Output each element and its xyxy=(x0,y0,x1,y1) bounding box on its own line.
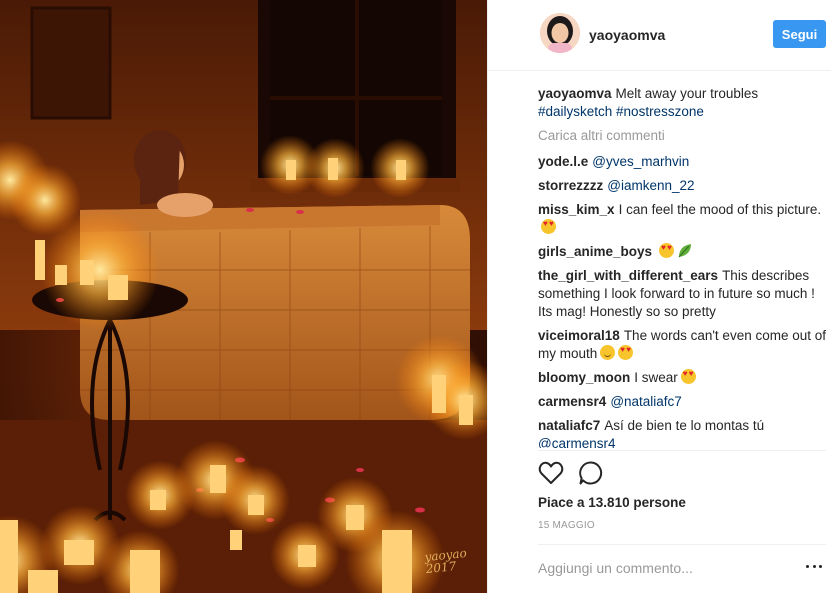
post-sidebar: yaoyaomva Segui yaoyaomva Melt away your … xyxy=(487,0,831,593)
caption-text: Melt away your troubles xyxy=(615,86,759,101)
comment-user[interactable]: viceimoral18 xyxy=(538,328,620,343)
list-item: storrezzzz @iamkenn_22 xyxy=(538,177,826,195)
comment-user[interactable]: miss_kim_x xyxy=(538,202,615,217)
list-item: bloomy_moon I swear xyxy=(538,369,826,387)
avatar[interactable] xyxy=(540,13,580,53)
more-dots-icon[interactable] xyxy=(806,561,822,571)
leaf-emoji-icon xyxy=(677,243,693,258)
comments-list: yaoyaomva Melt away your troubles #dailys… xyxy=(538,85,826,448)
comment-user[interactable]: bloomy_moon xyxy=(538,370,630,385)
load-more-comments[interactable]: Carica altri commenti xyxy=(538,127,826,145)
heart-eyes-emoji-icon xyxy=(680,369,696,384)
comment-text[interactable]: @yves_marhvin xyxy=(592,154,689,169)
smile-emoji-icon xyxy=(600,345,616,360)
add-comment-input[interactable] xyxy=(538,556,788,580)
comment-user[interactable]: nataliafc7 xyxy=(538,418,600,433)
list-item: the_girl_with_different_ears This describ… xyxy=(538,267,826,321)
comment-mention[interactable]: @carmensr4 xyxy=(538,436,615,448)
post-date: 15 MAGGIO xyxy=(538,520,595,531)
comment-user[interactable]: the_girl_with_different_ears xyxy=(538,268,718,283)
comment-text[interactable]: @iamkenn_22 xyxy=(607,178,694,193)
list-item: girls_anime_boys xyxy=(538,243,826,261)
comment-user[interactable]: carmensr4 xyxy=(538,394,606,409)
comment-text[interactable]: @nataliafc7 xyxy=(610,394,682,409)
likes-count[interactable]: Piace a 13.810 persone xyxy=(538,495,686,510)
avatar-icon xyxy=(540,13,580,53)
post-image[interactable]: yaoyao 2017 xyxy=(0,0,487,593)
post-header: yaoyaomva Segui xyxy=(488,0,831,71)
divider xyxy=(538,544,826,545)
heart-eyes-emoji-icon xyxy=(618,345,634,360)
caption-user[interactable]: yaoyaomva xyxy=(538,86,612,101)
list-item: nataliafc7 Así de bien te lo montas tú @c… xyxy=(538,417,826,448)
post-author[interactable]: yaoyaomva xyxy=(589,27,665,43)
list-item: yode.l.e @yves_marhvin xyxy=(538,153,826,171)
comment-user[interactable]: yode.l.e xyxy=(538,154,588,169)
comment-text: I swear xyxy=(634,370,678,385)
heart-eyes-emoji-icon xyxy=(541,219,556,234)
comment-user[interactable]: storrezzzz xyxy=(538,178,603,193)
list-item: miss_kim_x I can feel the mood of this pi… xyxy=(538,201,826,237)
speech-bubble-icon[interactable] xyxy=(578,460,604,486)
list-item: viceimoral18 The words can't even come ou… xyxy=(538,327,826,363)
caption-hashtags[interactable]: #dailysketch #nostresszone xyxy=(538,104,704,119)
bath-illustration xyxy=(0,0,487,593)
comment-text: Así de bien te lo montas tú xyxy=(604,418,765,433)
caption: yaoyaomva Melt away your troubles #dailys… xyxy=(538,85,826,121)
follow-button[interactable]: Segui xyxy=(773,20,826,48)
heart-outline-icon[interactable] xyxy=(538,460,564,486)
comment-user[interactable]: girls_anime_boys xyxy=(538,244,652,259)
comment-text: I can feel the mood of this picture. xyxy=(618,202,822,217)
heart-eyes-emoji-icon xyxy=(659,243,675,258)
list-item: carmensr4 @nataliafc7 xyxy=(538,393,826,411)
divider xyxy=(538,450,826,451)
